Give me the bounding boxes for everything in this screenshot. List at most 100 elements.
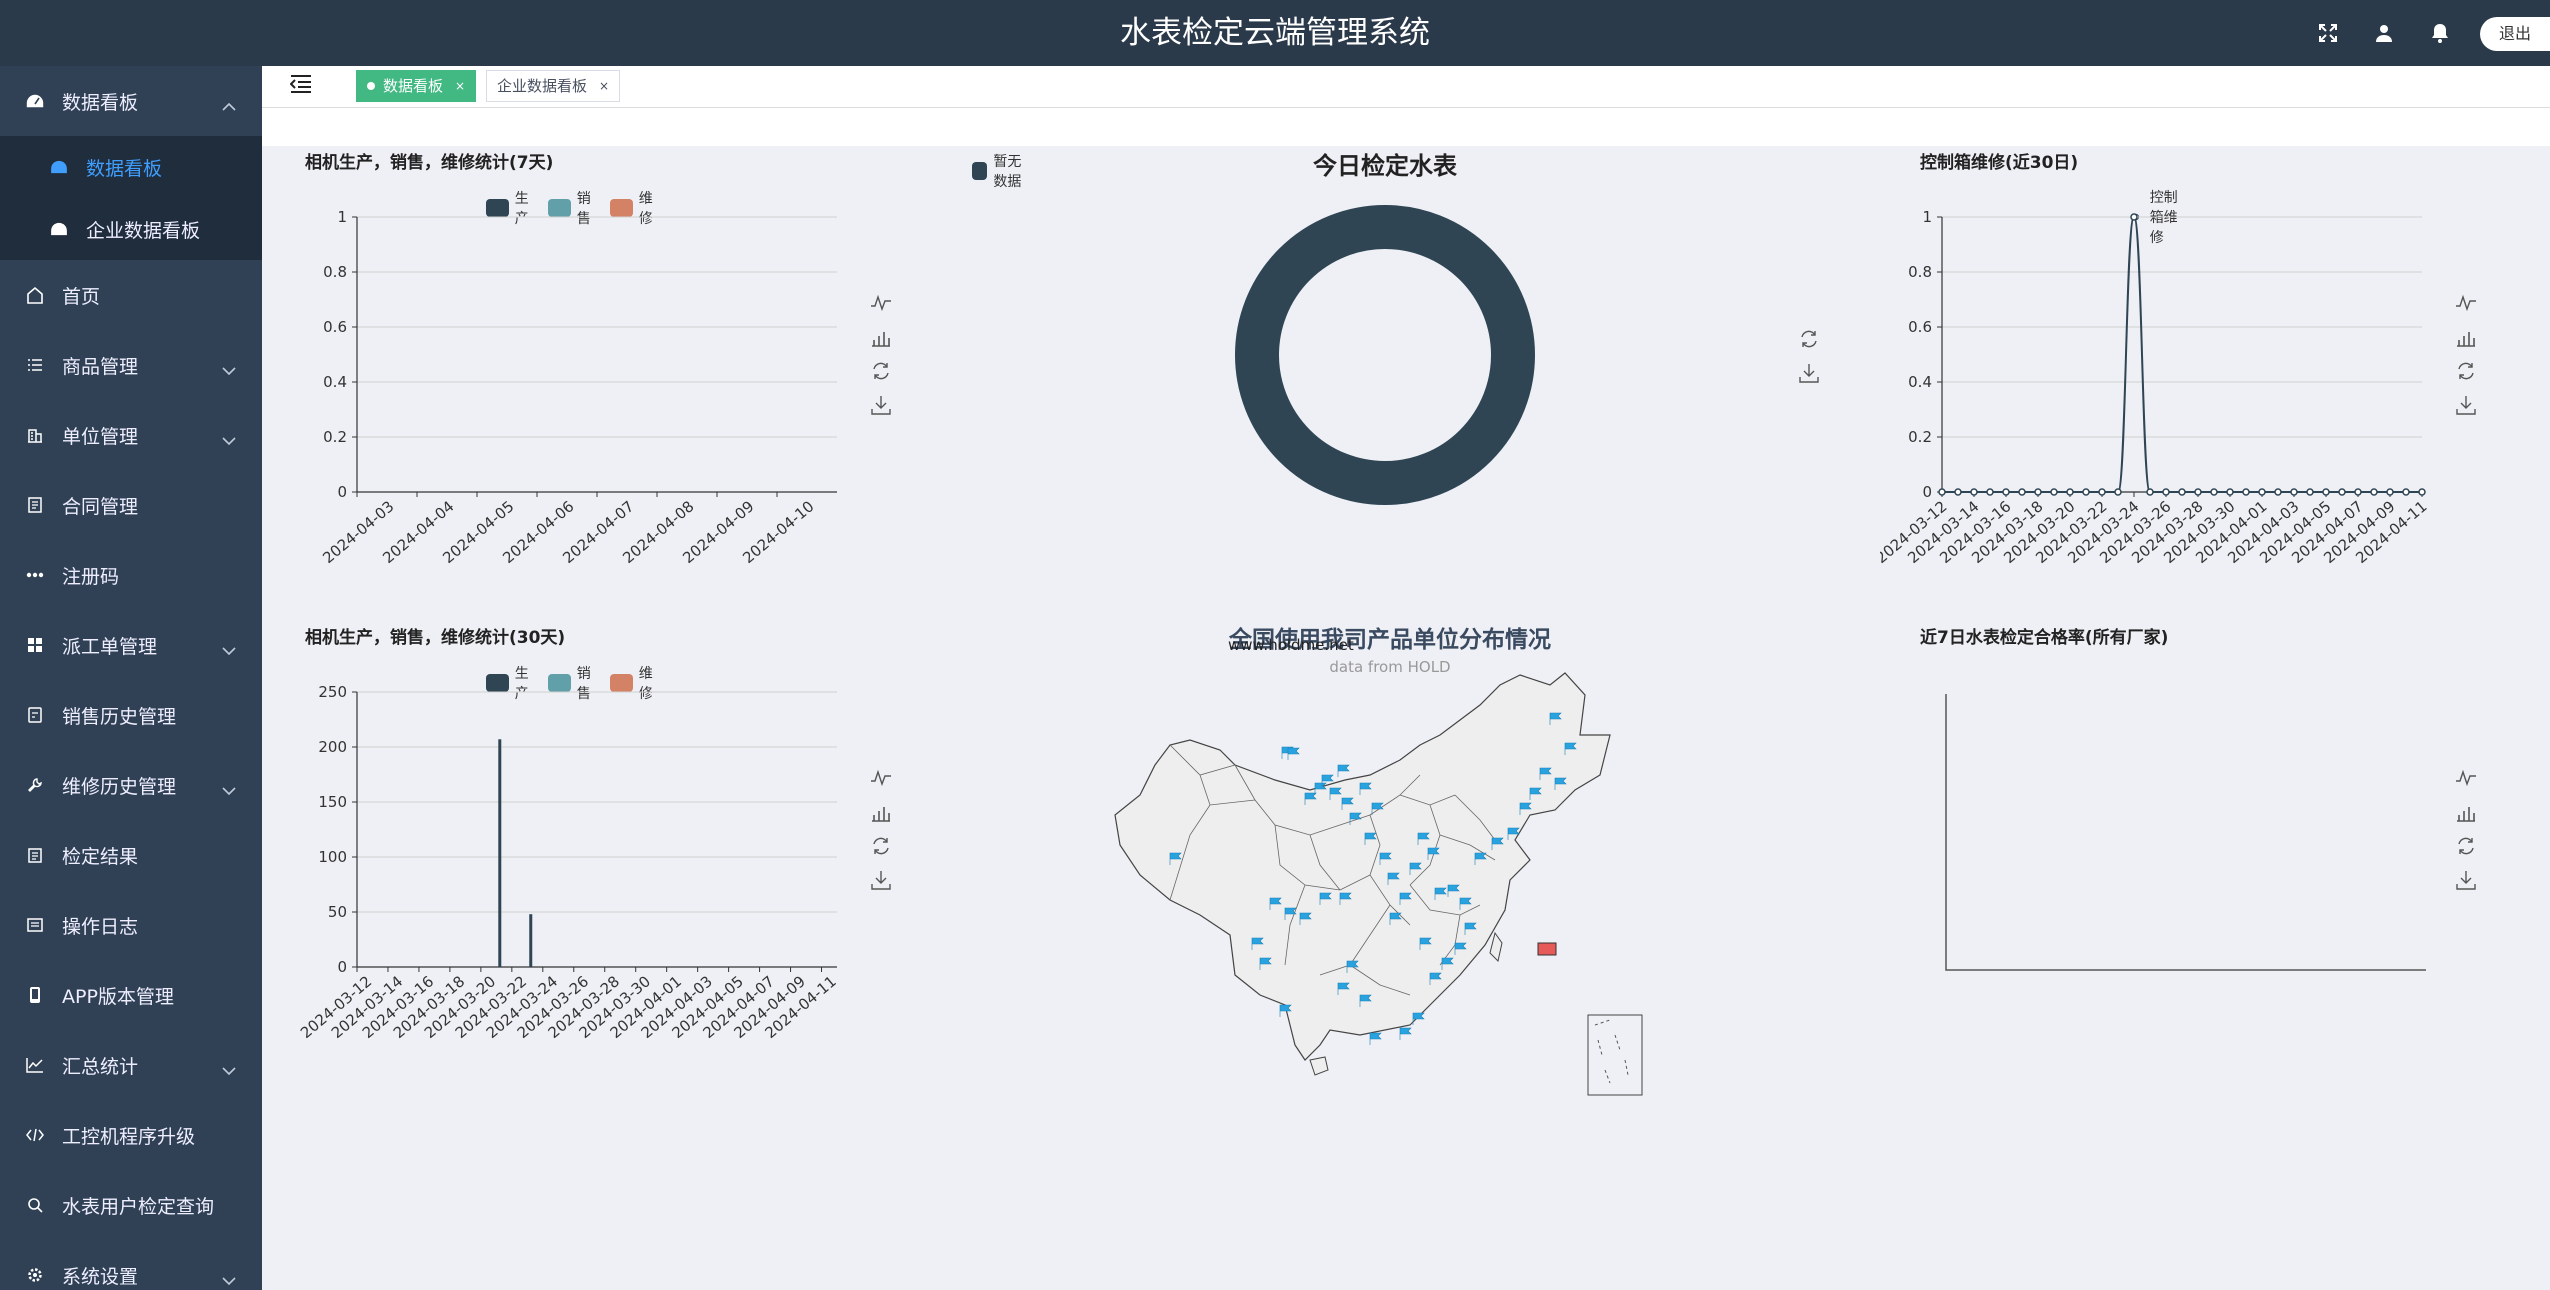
line-chart-icon[interactable] (870, 767, 892, 789)
sidebar-item-operation-log[interactable]: 操作日志 (0, 890, 262, 960)
line-chart-icon[interactable] (2455, 767, 2477, 789)
data-point (2322, 488, 2330, 496)
sidebar-item-label: 注册码 (62, 565, 120, 588)
sidebar-item-enterprise-dashboard[interactable]: 企业数据看板 (0, 198, 262, 260)
sidebar-item-label: 操作日志 (62, 915, 139, 938)
download-icon[interactable] (2455, 394, 2477, 416)
dashboard-icon (48, 156, 70, 178)
sidebar-item-label: 企业数据看板 (86, 219, 201, 242)
toolbox-repair-30days (2455, 292, 2479, 416)
toolbox-pass-rate (2455, 767, 2479, 891)
download-icon[interactable] (870, 869, 892, 891)
data-point (2258, 488, 2266, 496)
bar-chart-icon[interactable] (870, 801, 892, 823)
data-point (2114, 488, 2122, 496)
y-tick-label: 0.2 (323, 428, 347, 446)
bar-chart-7days: 00.20.40.60.812024-04-032024-04-042024-0… (319, 208, 837, 567)
sidebar-item-system-settings[interactable]: 系统设置 (0, 1240, 262, 1290)
line-chart-icon[interactable] (870, 292, 892, 314)
y-tick-label: 100 (318, 848, 347, 866)
map-taiwan-island (1489, 931, 1503, 962)
data-point (2002, 488, 2010, 496)
chart-axes (1945, 694, 2426, 971)
sidebar-item-home[interactable]: 首页 (0, 260, 262, 330)
fullscreen-icon[interactable] (2313, 18, 2343, 48)
chevron-down-icon (222, 428, 236, 450)
chevron-down-icon (222, 638, 236, 660)
map-flag-marker (1369, 1032, 1382, 1045)
data-point (2370, 488, 2378, 496)
legend-swatch (972, 162, 988, 180)
dashboard-icon (48, 218, 70, 240)
sidebar-item-label: 合同管理 (62, 495, 139, 518)
download-icon[interactable] (2455, 869, 2477, 891)
legend-item-no-data[interactable]: 暂无数据 (972, 151, 1022, 191)
y-tick-label: 0.6 (323, 318, 347, 336)
sidebar-item-label: 单位管理 (62, 425, 139, 448)
download-icon[interactable] (1798, 362, 1820, 384)
data-point (2338, 488, 2346, 496)
sidebar-item-contracts[interactable]: 合同管理 (0, 470, 262, 540)
sidebar-item-label: 维修历史管理 (62, 775, 177, 798)
sidebar-item-ipc-upgrade[interactable]: 工控机程序升级 (0, 1100, 262, 1170)
close-icon[interactable]: × (455, 71, 465, 101)
y-tick-label: 200 (318, 738, 347, 756)
sidebar-item-units[interactable]: 单位管理 (0, 400, 262, 470)
data-point (2130, 213, 2138, 221)
bar-chart-30days: 0501001502002502024-03-122024-03-142024-… (297, 683, 840, 1042)
refresh-icon[interactable] (870, 360, 892, 382)
hamburger-icon[interactable] (289, 74, 312, 98)
download-icon[interactable] (870, 394, 892, 416)
sidebar-item-repair-history[interactable]: 维修历史管理 (0, 750, 262, 820)
bar-chart-icon[interactable] (2455, 326, 2477, 348)
data-point (2290, 488, 2298, 496)
data-point (2018, 488, 2026, 496)
china-map (1114, 672, 1643, 1096)
home-icon (24, 284, 46, 306)
logout-button[interactable]: 退出 (2480, 17, 2550, 51)
line-chart-repair-30days: 00.20.40.60.812024-03-122024-03-142024-0… (1880, 208, 2431, 567)
sidebar-item-app-version[interactable]: APP版本管理 (0, 960, 262, 1030)
chart-title: 今日检定水表 (1313, 152, 1457, 180)
wrench-icon (24, 774, 46, 796)
bar-chart-icon[interactable] (2455, 801, 2477, 823)
sidebar-item-summary-stats[interactable]: 汇总统计 (0, 1030, 262, 1100)
tab-data-dashboard[interactable]: 数据看板 × (356, 70, 477, 102)
sidebar-item-meter-user-query[interactable]: 水表用户检定查询 (0, 1170, 262, 1240)
tab-enterprise-dashboard[interactable]: 企业数据看板 × (486, 70, 621, 102)
sidebar-item-label: 检定结果 (62, 845, 139, 868)
sidebar-item-data-dashboard[interactable]: 数据看板 (0, 136, 262, 198)
sidebar-item-sales-history[interactable]: 销售历史管理 (0, 680, 262, 750)
app-header: 水表检定云端管理系统 退出 (0, 0, 2550, 66)
data-point (2162, 488, 2170, 496)
code-icon (24, 1124, 46, 1146)
sidebar-item-products[interactable]: 商品管理 (0, 330, 262, 400)
sidebar-item-regcode[interactable]: 注册码 (0, 540, 262, 610)
clipboard-icon (24, 844, 46, 866)
dots-icon (24, 564, 46, 586)
data-point (2306, 488, 2314, 496)
refresh-icon[interactable] (2455, 360, 2477, 382)
chart-legend: 暂无数据 (972, 151, 1034, 191)
data-point (2210, 488, 2218, 496)
user-icon[interactable] (2369, 18, 2399, 48)
submenu-dashboard: 数据看板 企业数据看板 (0, 136, 262, 260)
close-icon[interactable]: × (599, 71, 609, 101)
chart-icon (24, 1054, 46, 1076)
map-inset-islands (1594, 1019, 1629, 1084)
sidebar-item-verification-results[interactable]: 检定结果 (0, 820, 262, 890)
sidebar-item-dispatch[interactable]: 派工单管理 (0, 610, 262, 680)
refresh-icon[interactable] (870, 835, 892, 857)
sidebar-item-label: 系统设置 (62, 1265, 139, 1288)
data-point (2418, 488, 2426, 496)
toolbox-chart-30days (870, 767, 894, 891)
receipt-icon (24, 704, 46, 726)
sidebar-item-dashboard[interactable]: 数据看板 (0, 66, 262, 136)
bell-icon[interactable] (2425, 18, 2455, 48)
data-point (2242, 488, 2250, 496)
bar-chart-icon[interactable] (870, 326, 892, 348)
data-point (2386, 488, 2394, 496)
refresh-icon[interactable] (2455, 835, 2477, 857)
refresh-icon[interactable] (1798, 328, 1820, 350)
line-chart-icon[interactable] (2455, 292, 2477, 314)
